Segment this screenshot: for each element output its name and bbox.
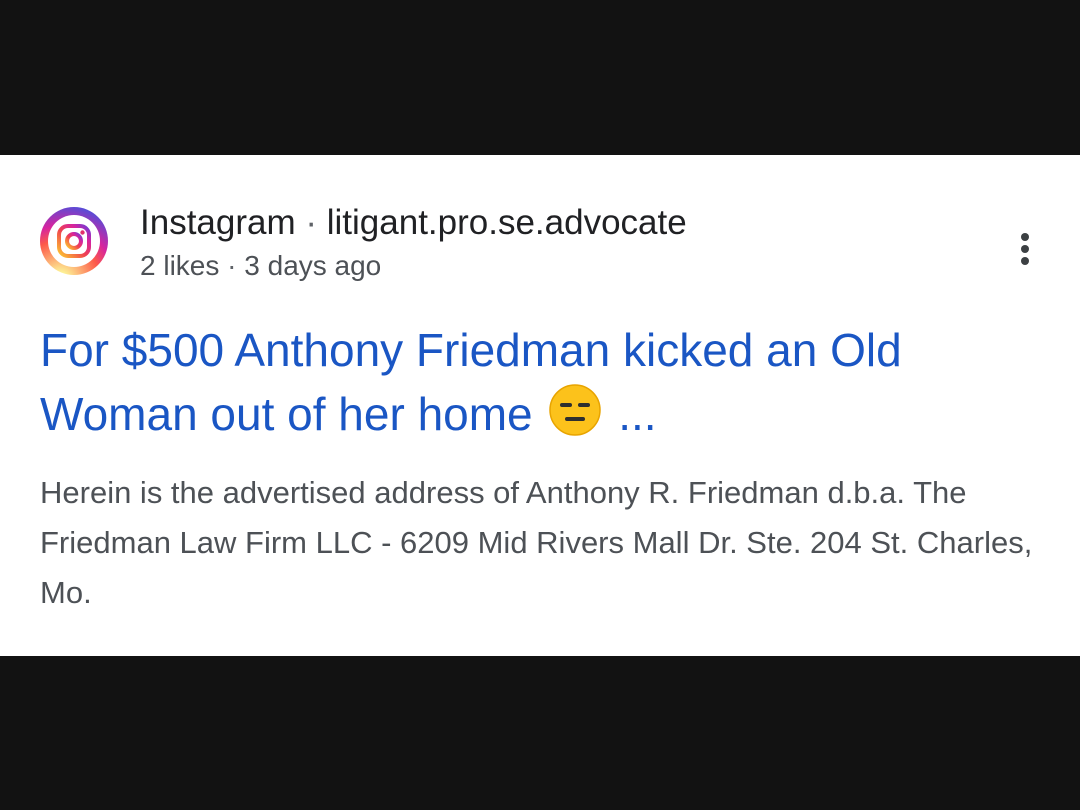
- expressionless-face-emoji: [549, 384, 602, 436]
- more-vert-icon: [1021, 233, 1029, 241]
- source-account: litigant.pro.se.advocate: [326, 203, 687, 242]
- likes-count: 2 likes: [140, 250, 220, 281]
- post-age: 3 days ago: [244, 250, 382, 281]
- more-options-button[interactable]: [1010, 229, 1040, 269]
- result-snippet: Herein is the advertised address of Anth…: [40, 475, 1033, 610]
- instagram-icon: [40, 207, 108, 275]
- meta-separator: ·: [227, 250, 237, 281]
- result-source[interactable]: Instagram · litigant.pro.se.advocate 2 l…: [40, 203, 1040, 293]
- source-meta: 2 likes · 3 days ago: [140, 249, 687, 283]
- separator: ·: [305, 203, 318, 242]
- result-title-link[interactable]: For $500 Anthony Friedman kicked an Old …: [40, 318, 1040, 446]
- result-title-text: For $500 Anthony Friedman kicked an Old …: [40, 324, 902, 440]
- source-site: Instagram: [140, 203, 296, 242]
- letterbox-bottom: [0, 656, 1080, 810]
- letterbox-top: [0, 0, 1080, 155]
- title-ellipsis: ...: [618, 388, 657, 440]
- search-result-card: Instagram · litigant.pro.se.advocate 2 l…: [0, 155, 1080, 656]
- source-name: Instagram · litigant.pro.se.advocate: [140, 203, 687, 243]
